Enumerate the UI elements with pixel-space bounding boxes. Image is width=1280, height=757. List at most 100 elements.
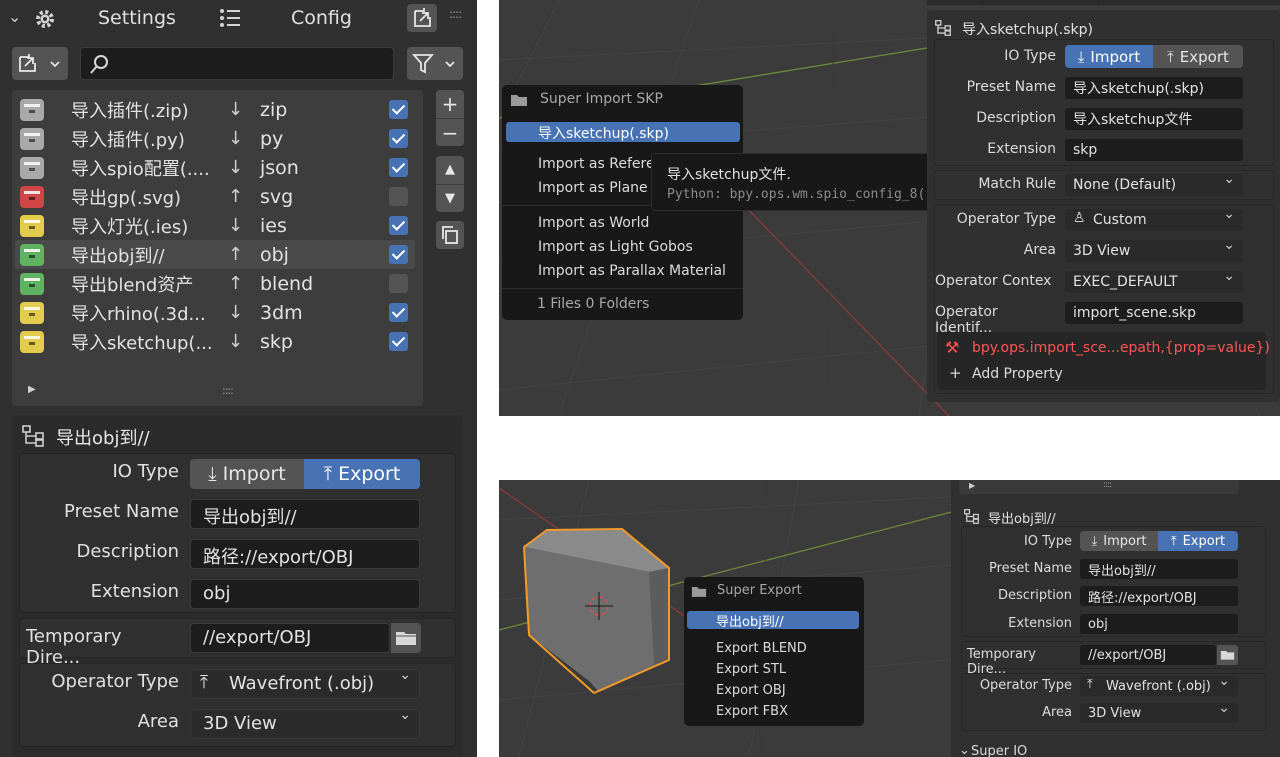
- browse-folder-button[interactable]: [391, 623, 421, 653]
- temp-dir-field[interactable]: //export/OBJ: [1080, 645, 1216, 665]
- remove-button[interactable]: −: [436, 118, 464, 146]
- area-label: Area: [1023, 242, 1056, 258]
- menu-item-export-fbx[interactable]: Export FBX: [716, 704, 788, 719]
- menu-item-export-obj-to[interactable]: 导出obj到//: [687, 611, 859, 630]
- plus-icon: +: [949, 364, 962, 382]
- config-name: 导出blend资产: [71, 274, 194, 296]
- config-row[interactable]: 导入插件(.zip) ↓ zip: [15, 95, 415, 124]
- io-type-toggle[interactable]: ⤓ Import ⤒ Export: [1065, 45, 1243, 68]
- operator-type-dropdown[interactable]: ♙ Custom: [1065, 206, 1243, 231]
- config-extension: json: [260, 156, 299, 179]
- export-option[interactable]: ⤒ Export: [304, 459, 420, 489]
- tab-settings[interactable]: Settings: [98, 7, 176, 29]
- export-label: Export: [1182, 533, 1226, 549]
- file-box-icon: [20, 127, 44, 150]
- collapse-chevron-icon[interactable]: ⌄: [959, 743, 970, 757]
- enable-checkbox[interactable]: [389, 303, 408, 322]
- operator-type-dropdown[interactable]: ⤒ Wavefront (.obj): [190, 667, 420, 699]
- preset-name-field[interactable]: 导出obj到//: [1080, 559, 1238, 579]
- enable-checkbox[interactable]: [389, 245, 408, 264]
- config-row[interactable]: 导入灯光(.ies) ↓ ies: [15, 211, 415, 240]
- move-down-button[interactable]: ▼: [436, 184, 464, 212]
- import-option[interactable]: ⤓ Import: [190, 459, 304, 489]
- import-option[interactable]: ⤓ Import: [1065, 45, 1153, 68]
- context-dropdown[interactable]: EXEC_DEFAULT: [1065, 268, 1243, 293]
- enable-checkbox[interactable]: [389, 158, 408, 177]
- duplicate-button[interactable]: [436, 221, 464, 249]
- menu-item-import-light-gobos[interactable]: Import as Light Gobos: [538, 239, 693, 255]
- menu-item-import-plane[interactable]: Import as Plane: [538, 180, 648, 196]
- area-dropdown[interactable]: 3D View: [1080, 700, 1238, 723]
- preset-name-field[interactable]: 导出obj到//: [190, 499, 420, 529]
- menu-item-import-parallax[interactable]: Import as Parallax Material: [538, 263, 726, 279]
- expand-arrow-icon[interactable]: ▶: [28, 384, 36, 395]
- io-type-toggle[interactable]: ⤓ Import ⤒ Export: [1080, 531, 1238, 551]
- area-dropdown[interactable]: 3D View: [1065, 237, 1243, 262]
- io-filter-dropdown[interactable]: [12, 47, 68, 80]
- move-up-button[interactable]: ▲: [436, 156, 464, 184]
- match-rule-dropdown[interactable]: None (Default): [1065, 171, 1243, 196]
- description-field[interactable]: 路径://export/OBJ: [1080, 586, 1238, 606]
- export-option[interactable]: ⤒ Export: [1153, 45, 1243, 68]
- config-row[interactable]: 导出obj到// ↑ obj: [15, 240, 415, 269]
- file-box-icon: [20, 98, 44, 121]
- export-label: Export: [1179, 47, 1229, 66]
- extension-field[interactable]: obj: [1080, 614, 1238, 634]
- temp-dir-field[interactable]: //export/OBJ: [190, 623, 390, 653]
- browse-folder-button[interactable]: [1217, 645, 1238, 665]
- identifier-field[interactable]: import_scene.skp: [1065, 302, 1243, 324]
- tab-config[interactable]: Config: [291, 7, 352, 29]
- gear-icon[interactable]: [33, 7, 57, 31]
- description-field[interactable]: 路径://export/OBJ: [190, 539, 420, 569]
- expand-arrow-icon[interactable]: ▶: [969, 481, 975, 490]
- preset-name-field[interactable]: 导入sketchup(.skp): [1065, 77, 1243, 99]
- collapse-chevron-icon[interactable]: ⌄: [8, 7, 21, 26]
- enable-checkbox[interactable]: [389, 129, 408, 148]
- import-option[interactable]: ⤓ Import: [1080, 531, 1158, 551]
- config-row[interactable]: 导出gp(.svg) ↑ svg: [15, 182, 415, 211]
- config-row[interactable]: 导入sketchup(... ↓ skp: [15, 327, 415, 356]
- list-resize-grip[interactable]: ::::: [1103, 480, 1112, 490]
- add-property-button[interactable]: Add Property: [972, 366, 1063, 382]
- enable-checkbox[interactable]: [389, 216, 408, 235]
- filter-dropdown[interactable]: [407, 47, 463, 80]
- enable-checkbox[interactable]: [389, 332, 408, 351]
- menu-item-import-sketchup[interactable]: 导入sketchup(.skp): [506, 122, 740, 142]
- io-mode-button[interactable]: [407, 4, 437, 32]
- menu-item-export-stl[interactable]: Export STL: [716, 662, 786, 677]
- list-icon[interactable]: [219, 8, 241, 28]
- description-field[interactable]: 导入sketchup文件: [1065, 108, 1243, 130]
- menu-item-import-world[interactable]: Import as World: [538, 215, 649, 231]
- search-input[interactable]: [80, 47, 394, 80]
- enable-checkbox[interactable]: [389, 187, 408, 206]
- drag-grip-icon[interactable]: ::::: [449, 7, 462, 21]
- default-cube[interactable]: [519, 525, 679, 695]
- area-label: Area: [1042, 705, 1072, 720]
- enable-checkbox[interactable]: [389, 274, 408, 293]
- menu-item-export-obj[interactable]: Export OBJ: [716, 683, 786, 698]
- area-dropdown[interactable]: 3D View: [190, 707, 420, 739]
- addon-preferences-panel: ⌄ Settings Config :::: 导入插件(.zip) ↓ zip 导入插…: [0, 0, 477, 757]
- extension-field[interactable]: skp: [1065, 139, 1243, 161]
- config-row[interactable]: 导入插件(.py) ↓ py: [15, 124, 415, 153]
- import-icon: ⤓: [1091, 533, 1098, 549]
- export-icon: ⤒: [1167, 47, 1174, 66]
- operator-type-dropdown[interactable]: ⤒ Wavefront (.obj): [1080, 673, 1238, 696]
- viewport-import[interactable]: Super Import SKP 导入sketchup(.skp) Import…: [499, 0, 1280, 416]
- config-row[interactable]: 导入spio配置(.... ↓ json: [15, 153, 415, 182]
- node-tree-icon: [22, 425, 44, 447]
- enable-checkbox[interactable]: [389, 100, 408, 119]
- export-option[interactable]: ⤒ Export: [1158, 531, 1238, 551]
- menu-item-export-blend[interactable]: Export BLEND: [716, 641, 807, 656]
- io-type-toggle[interactable]: ⤓ Import ⤒ Export: [190, 459, 420, 489]
- extension-field[interactable]: obj: [190, 579, 420, 609]
- add-button[interactable]: +: [436, 90, 464, 118]
- list-resize-grip[interactable]: ::::: [222, 384, 234, 397]
- menu-item-import-reference[interactable]: Import as Refere: [538, 156, 655, 172]
- wrench-screwdriver-icon: ⚒: [945, 338, 960, 357]
- super-io-panel-header[interactable]: Super IO: [971, 744, 1027, 757]
- config-row[interactable]: 导出blend资产 ↑ blend: [15, 269, 415, 298]
- folder-icon: [1220, 651, 1235, 660]
- viewport-export[interactable]: Super Export 导出obj到// Export BLEND Expor…: [499, 480, 1280, 757]
- config-row[interactable]: 导入rhino(.3d... ↓ 3dm: [15, 298, 415, 327]
